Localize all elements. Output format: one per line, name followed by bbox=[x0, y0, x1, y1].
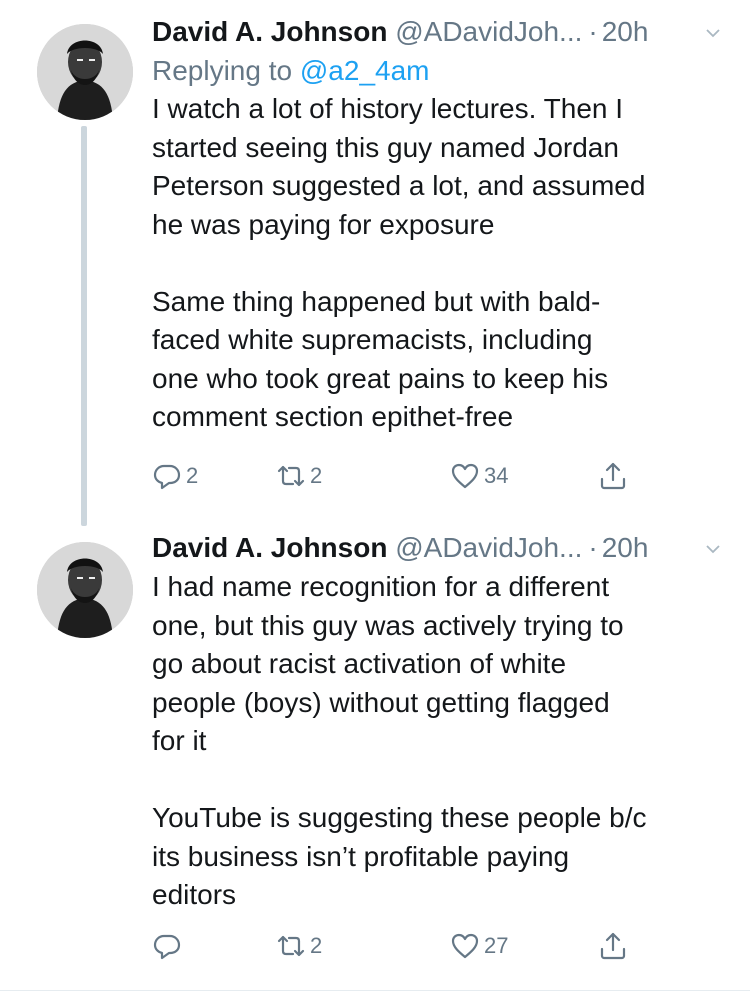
tweet-actions: 2 27 bbox=[152, 926, 712, 966]
heart-icon bbox=[451, 463, 479, 489]
tweet[interactable]: David A. Johnson @ADavidJoh... · 20h I had… bbox=[0, 520, 750, 990]
share-button[interactable] bbox=[598, 926, 628, 966]
like-count: 34 bbox=[484, 463, 509, 488]
reply-mention-link[interactable]: @a2_4am bbox=[300, 55, 430, 86]
reply-button[interactable]: 2 bbox=[152, 456, 198, 496]
separator: · bbox=[588, 532, 598, 563]
timestamp[interactable]: 20h bbox=[602, 16, 649, 47]
author-handle[interactable]: @ADavidJoh... bbox=[395, 16, 582, 47]
like-button[interactable]: 34 bbox=[450, 456, 508, 496]
replying-to: Replying to @a2_4am bbox=[152, 52, 720, 90]
avatar[interactable] bbox=[37, 24, 133, 120]
reply-icon bbox=[153, 464, 181, 490]
reply-count: 2 bbox=[186, 463, 199, 488]
retweet-button[interactable]: 2 bbox=[276, 926, 322, 966]
reply-button[interactable] bbox=[152, 926, 182, 966]
tweet-header: David A. Johnson @ADavidJoh... · 20h bbox=[152, 12, 720, 52]
thread-connector bbox=[81, 126, 87, 526]
divider bbox=[0, 990, 750, 991]
retweet-count: 2 bbox=[310, 933, 323, 958]
chevron-down-icon[interactable] bbox=[706, 542, 720, 556]
heart-icon bbox=[451, 933, 479, 959]
tweet-text: I had name recognition for a different o… bbox=[152, 571, 647, 910]
retweet-count: 2 bbox=[310, 463, 323, 488]
author-handle[interactable]: @ADavidJoh... bbox=[395, 532, 582, 563]
replying-to-label: Replying to bbox=[152, 55, 293, 86]
retweet-button[interactable]: 2 bbox=[276, 456, 322, 496]
author-name[interactable]: David A. Johnson bbox=[152, 532, 387, 563]
share-button[interactable] bbox=[598, 456, 628, 496]
separator: · bbox=[588, 16, 598, 47]
retweet-icon bbox=[277, 465, 305, 487]
timestamp[interactable]: 20h bbox=[602, 532, 649, 563]
like-button[interactable]: 27 bbox=[450, 926, 508, 966]
tweet-content: David A. Johnson @ADavidJoh... · 20h Reply… bbox=[152, 12, 720, 437]
tweet[interactable]: David A. Johnson @ADavidJoh... · 20h Reply… bbox=[0, 0, 750, 526]
share-icon bbox=[600, 932, 626, 960]
avatar-image bbox=[37, 542, 133, 638]
share-icon bbox=[600, 462, 626, 490]
author-name[interactable]: David A. Johnson bbox=[152, 16, 387, 47]
tweet-actions: 2 2 34 bbox=[152, 456, 712, 496]
like-count: 27 bbox=[484, 933, 509, 958]
chevron-down-icon[interactable] bbox=[706, 26, 720, 40]
retweet-icon bbox=[277, 935, 305, 957]
avatar[interactable] bbox=[37, 542, 133, 638]
avatar-image bbox=[37, 24, 133, 120]
tweet-header: David A. Johnson @ADavidJoh... · 20h bbox=[152, 528, 720, 568]
tweet-content: David A. Johnson @ADavidJoh... · 20h I had… bbox=[152, 528, 720, 915]
tweet-text: I watch a lot of history lectures. Then … bbox=[152, 93, 646, 432]
reply-icon bbox=[153, 934, 181, 960]
